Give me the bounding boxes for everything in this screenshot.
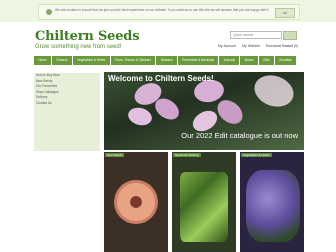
cookie-banner: We use cookies to ensure that we give yo… xyxy=(0,0,336,22)
flower-petal xyxy=(250,72,298,112)
hero-banner[interactable]: Welcome to Chiltern Seeds! Our 2022 Edit… xyxy=(104,72,304,150)
flower-image xyxy=(114,180,158,224)
tile-seeds-for-sowing[interactable]: Seeds for Sowing xyxy=(172,152,236,252)
nav-item-sundries[interactable]: Sundries xyxy=(274,56,297,65)
sidebar-item[interactable]: Contact Us xyxy=(34,101,100,107)
hero-title: Welcome to Chiltern Seeds! xyxy=(108,74,214,83)
tile-label: New Seeds xyxy=(105,153,125,157)
nav-item-trees[interactable]: Trees, Shrubs & Climbers xyxy=(110,56,156,65)
sidebar: How to Buy Now New Seeds Our Favourites … xyxy=(34,73,100,151)
tile-vegetables-herbs[interactable]: Vegetables & Herbs xyxy=(240,152,304,252)
info-icon xyxy=(46,9,52,15)
my-wishlist-link[interactable]: My Wishlist xyxy=(242,44,260,48)
seedlings-image xyxy=(180,172,228,242)
site-tagline: Grow something new from seed! xyxy=(35,44,122,50)
nav-item-vegetables[interactable]: Vegetables & Herbs xyxy=(72,56,110,65)
nav-item-grasses[interactable]: Grasses xyxy=(156,56,177,65)
cookie-accept-button[interactable]: OK xyxy=(275,8,295,18)
search-input[interactable]: Quick search xyxy=(230,31,282,39)
download-basket-link[interactable]: Download Basket (0) xyxy=(266,44,299,48)
tile-label: Vegetables & Herbs xyxy=(241,153,272,157)
site-logo[interactable]: Chiltern Seeds xyxy=(35,29,140,44)
nav-item-annuals[interactable]: Annuals xyxy=(219,56,240,65)
vegetable-image xyxy=(246,170,300,242)
nav-item-books[interactable]: Books xyxy=(240,56,258,65)
nav-item-flowers[interactable]: Flowers xyxy=(52,56,72,65)
flower-petal xyxy=(212,95,248,129)
my-account-link[interactable]: My Account xyxy=(218,44,236,48)
nav-item-home[interactable]: Home xyxy=(34,56,52,65)
account-links: My Account My Wishlist Download Basket (… xyxy=(218,44,303,48)
nav-item-perennials[interactable]: Perennials & Biennials xyxy=(177,56,219,65)
flower-petal xyxy=(126,105,154,128)
search-button[interactable] xyxy=(283,31,297,40)
main-nav: Home Flowers Vegetables & Herbs Trees, S… xyxy=(34,56,297,65)
tile-label: Seeds for Sowing xyxy=(173,153,201,157)
cookie-notice: We use cookies to ensure that we give yo… xyxy=(38,4,300,20)
hero-subtitle: Our 2022 Edit catalogue is out now xyxy=(181,131,298,140)
cookie-text: We use cookies to ensure that we give yo… xyxy=(55,8,270,12)
nav-item-gifts[interactable]: Gifts xyxy=(258,56,274,65)
tile-new-seeds[interactable]: New Seeds xyxy=(104,152,168,252)
category-tiles: New Seeds Seeds for Sowing Vegetables & … xyxy=(104,152,304,252)
